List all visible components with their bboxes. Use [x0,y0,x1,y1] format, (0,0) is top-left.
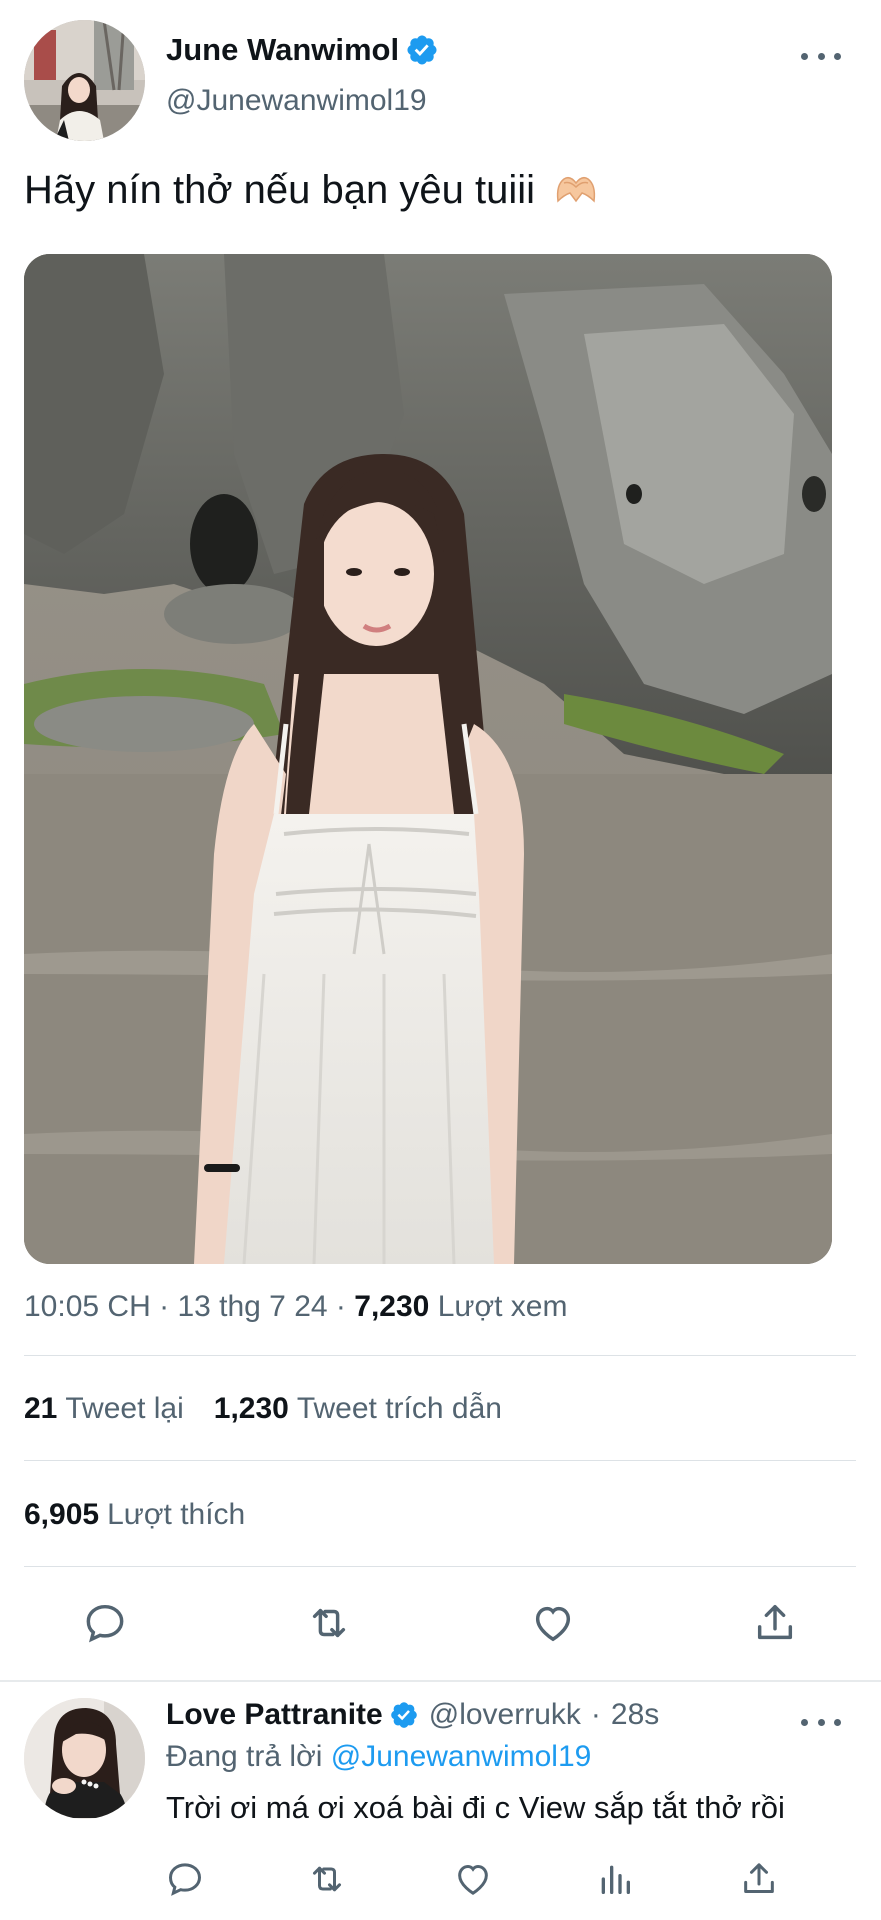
author-name[interactable]: June Wanwimol [166,32,439,68]
retweets-stat[interactable]: 21 Tweet lại [24,1392,184,1426]
views-label: Lượt xem [437,1290,568,1323]
quotes-stat[interactable]: 1,230 Tweet trích dẫn [214,1392,502,1426]
quotes-count: 1,230 [213,1392,289,1425]
share-icon [744,1863,774,1893]
tweet-timestamp-views: 10:05 CH · 13 thg 7 24 · 7,230 Lượt xem [24,1290,567,1324]
reply-more-options-button[interactable] [801,1710,841,1734]
tweet-text: Hãy nín thở nếu bạn yêu tuiii [24,168,598,213]
divider [24,1460,856,1461]
tweet-detail-page: June Wanwimol @Junewanwimol19 Hãy nín th… [0,0,881,1920]
likes-label: Lượt thích [107,1498,246,1531]
heart-icon [458,1864,488,1895]
tweet-text-content: Hãy nín thở nếu bạn yêu tuiii [24,168,535,212]
reply-like-button[interactable] [446,1852,500,1906]
quotes-label: Tweet trích dẫn [296,1392,502,1425]
more-options-button[interactable] [801,44,841,68]
like-button[interactable] [526,1596,580,1650]
reply-button[interactable] [78,1596,132,1650]
retweets-label: Tweet lại [65,1392,184,1425]
tweet-date[interactable]: 13 thg 7 24 [177,1290,327,1323]
more-dot [834,1718,841,1726]
more-dot [801,52,808,60]
tweet-photo[interactable] [24,254,832,1264]
author-name-text: June Wanwimol [166,32,400,67]
reply-text: Trời ơi má ơi xoá bài đi c View sắp tắt … [166,1790,785,1825]
analytics-icon [601,1865,630,1894]
reply-author-handle[interactable]: @loverrukk [429,1698,581,1732]
reply-share-button[interactable] [732,1852,786,1906]
reply-views-button[interactable] [588,1852,642,1906]
heart-icon [535,1606,571,1642]
tweet-time[interactable]: 10:05 CH [24,1290,151,1323]
reply-reply-button[interactable] [158,1852,212,1906]
meta-separator: · [590,1698,601,1731]
section-separator [0,1680,881,1682]
more-dot [817,52,825,60]
share-button[interactable] [748,1596,802,1650]
replying-to-label: Đang trả lời [166,1740,323,1773]
retweet-icon [312,1608,346,1638]
replying-to-mention[interactable]: @Junewanwimol19 [331,1740,592,1773]
meta-separator: · [335,1290,346,1323]
reply-retweet-button[interactable] [300,1852,354,1906]
reply-time[interactable]: 28s [611,1698,659,1732]
share-icon [757,1604,793,1640]
verified-badge-icon [390,1702,417,1728]
reply-icon [86,1604,124,1643]
more-dot [834,52,841,60]
reply-icon [168,1863,202,1896]
likes-count: 6,905 [24,1498,100,1531]
replying-to: Đang trả lời @Junewanwimol19 [166,1740,591,1774]
likes-stats: 6,905 Lượt thích [24,1498,245,1532]
reply-author-name[interactable]: Love Pattranite [166,1698,383,1732]
reply-header: Love Pattranite @loverrukk · 28s [166,1698,659,1732]
divider [24,1566,856,1567]
more-dot [801,1718,808,1726]
retweet-quote-stats: 21 Tweet lại 1,230 Tweet trích dẫn [24,1392,502,1426]
heart-hands-emoji [557,176,596,203]
author-avatar[interactable] [24,20,145,141]
more-dot [817,1718,825,1726]
retweets-count: 21 [24,1392,58,1425]
divider [24,1355,856,1356]
reply-author-avatar[interactable] [24,1698,145,1819]
meta-separator: · [159,1290,170,1323]
views-count: 7,230 [354,1290,430,1323]
author-handle[interactable]: @Junewanwimol19 [166,84,427,118]
verified-badge-icon [407,35,437,65]
retweet-icon [313,1866,341,1892]
likes-stat[interactable]: 6,905 Lượt thích [24,1498,245,1532]
retweet-button[interactable] [302,1596,356,1650]
